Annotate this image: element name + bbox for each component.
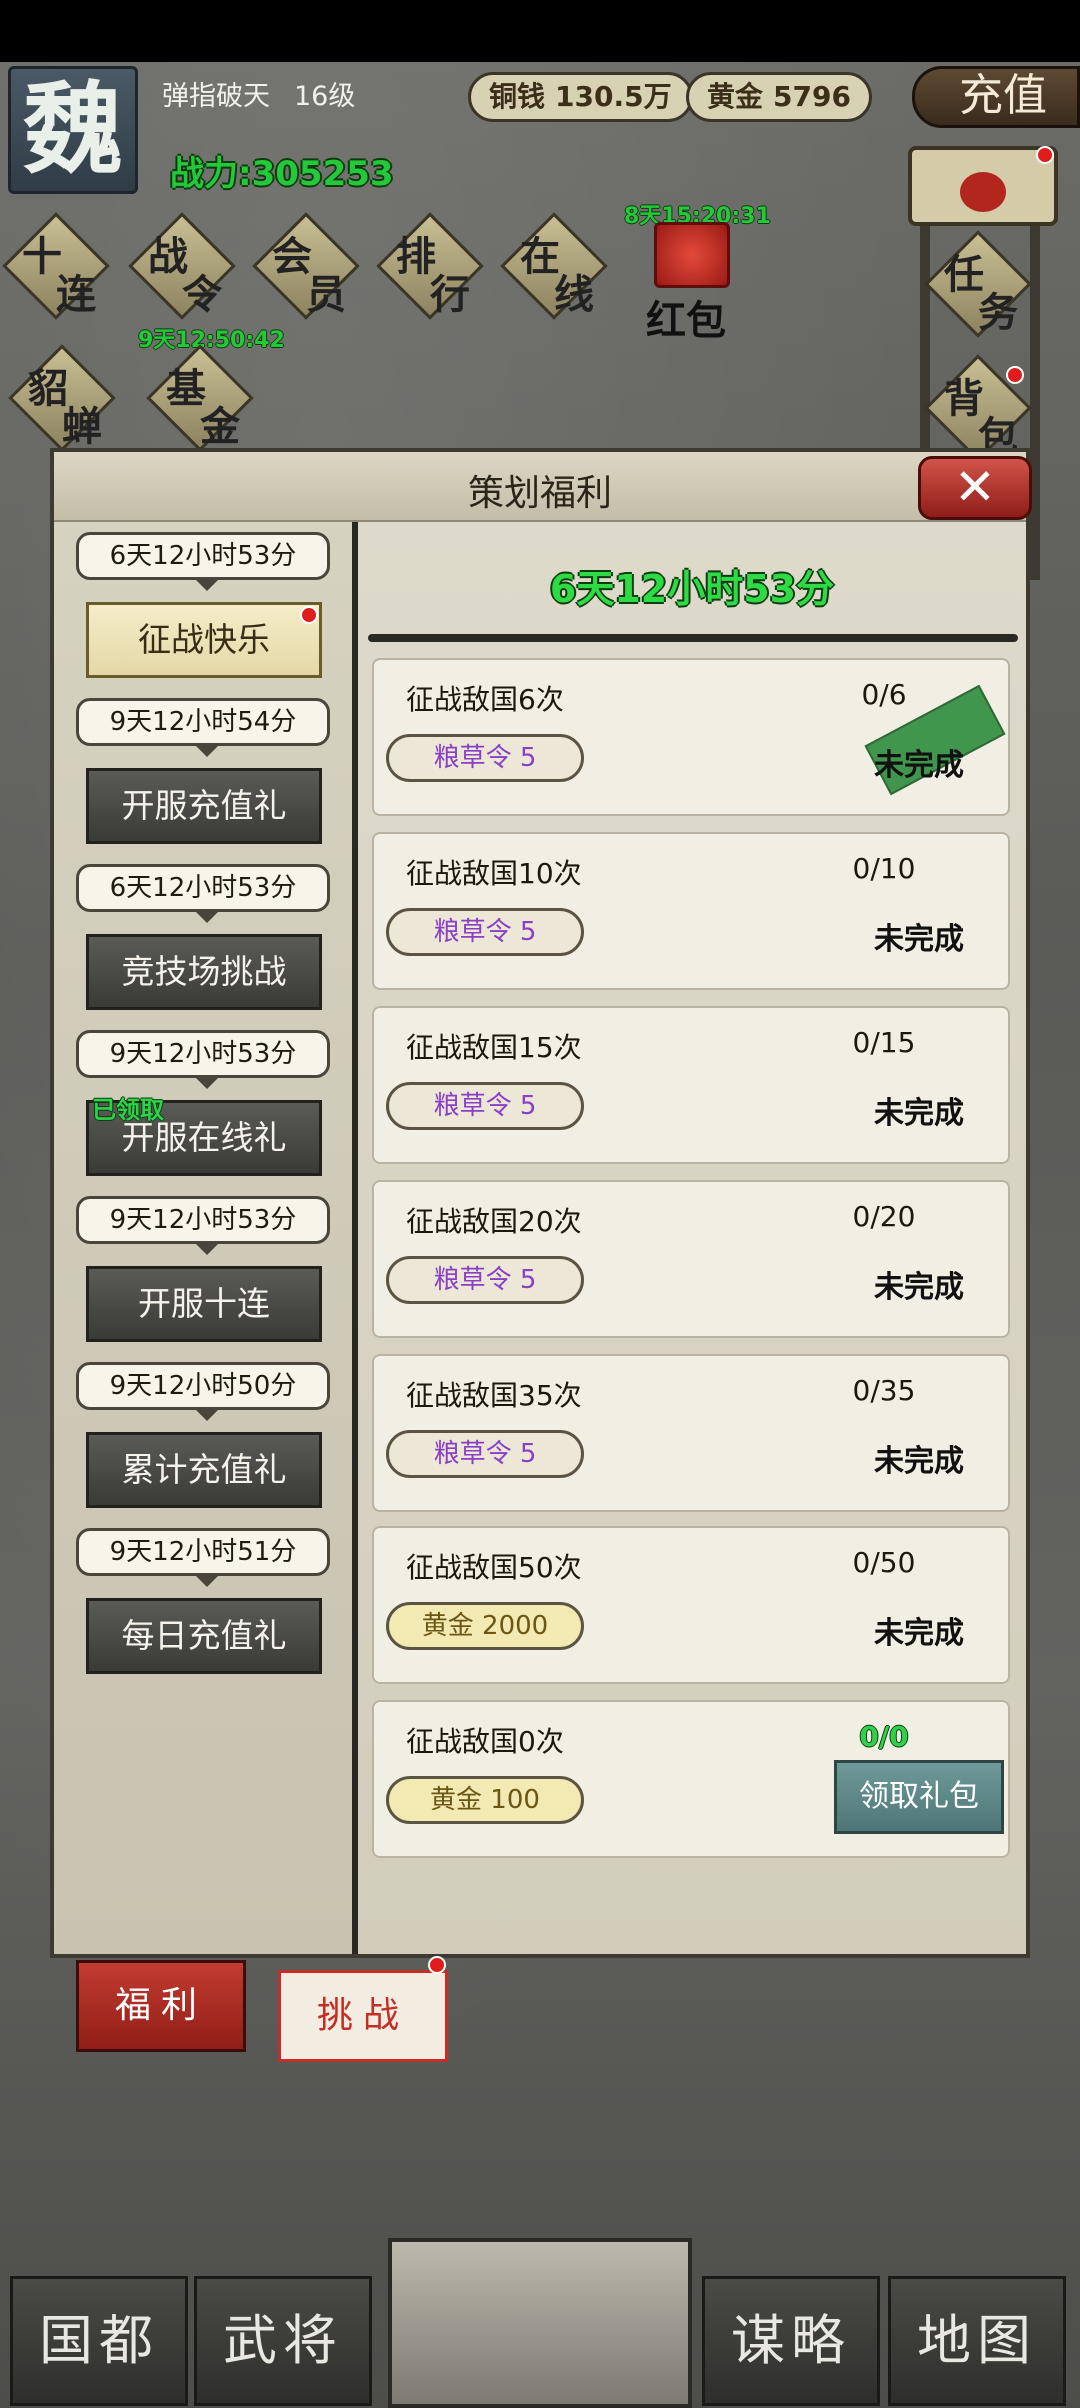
tab-fuli[interactable]: 福利	[76, 1960, 246, 2052]
task-progress: 0/15	[852, 1026, 916, 1059]
menu-renwu[interactable]: 任 务	[924, 230, 1032, 338]
task-progress: 0/0	[859, 1720, 909, 1753]
recharge-button[interactable]: 充值	[912, 66, 1080, 128]
task-progress: 0/35	[852, 1374, 916, 1407]
gold-value: 5796	[773, 80, 851, 113]
tab-timer: 9天12小时50分	[76, 1362, 330, 1421]
notification-dot	[1036, 146, 1054, 164]
notification-dot	[428, 1956, 446, 1974]
plaque-char: 连	[56, 271, 96, 318]
tab-kaifu-shilian[interactable]: 开服十连	[86, 1266, 322, 1342]
tab-timer: 6天12小时53分	[76, 864, 330, 923]
reward-badge[interactable]: 粮草令 5	[386, 1082, 584, 1130]
tab-meiri-chongzhi[interactable]: 每日充值礼	[86, 1598, 322, 1674]
task-card: 征战敌国50次 0/50 黄金 2000 未完成	[372, 1526, 1010, 1684]
reward-badge[interactable]: 粮草令 5	[386, 1430, 584, 1478]
header-rule	[368, 634, 1018, 642]
task-card: 征战敌国6次 0/6 粮草令 5 未完成	[372, 658, 1010, 816]
plaque-char: 蝉	[62, 403, 102, 450]
tab-tiaozhan[interactable]: 挑战	[278, 1970, 448, 2062]
nav-battle-banner[interactable]	[388, 2238, 692, 2408]
notification-dot	[1006, 366, 1024, 384]
task-name: 征战敌国35次	[406, 1379, 582, 1412]
status-bar	[0, 0, 1080, 62]
task-name: 征战敌国0次	[406, 1725, 564, 1758]
combat-power: 战力:305253	[170, 154, 394, 194]
menu-zaixian[interactable]: 在 线	[500, 212, 608, 320]
redpack-label: 红包	[646, 297, 726, 344]
plaque-char: 行	[430, 271, 470, 318]
task-name: 征战敌国20次	[406, 1205, 582, 1238]
task-name: 征战敌国6次	[406, 683, 564, 716]
task-name: 征战敌国50次	[406, 1551, 582, 1584]
task-card: 征战敌国15次 0/15 粮草令 5 未完成	[372, 1006, 1010, 1164]
nav-wujiang[interactable]: 武将	[194, 2276, 372, 2406]
scroll-knot-icon	[960, 172, 1006, 212]
plaque-char: 线	[554, 271, 594, 318]
modal-title: 策划福利	[467, 473, 612, 514]
task-card: 征战敌国0次 0/0 黄金 100 领取礼包	[372, 1700, 1010, 1858]
reward-badge[interactable]: 黄金 2000	[386, 1602, 584, 1650]
kingdom-emblem[interactable]: 魏	[8, 66, 138, 194]
reward-badge[interactable]: 粮草令 5	[386, 734, 584, 782]
task-progress: 0/20	[852, 1200, 916, 1233]
plaque-char: 务	[978, 289, 1018, 336]
task-status: 未完成	[874, 1444, 964, 1479]
menu-jijin[interactable]: 基 金	[146, 344, 254, 452]
event-tab-list: 6天12小时53分 征战快乐 9天12小时54分 开服充值礼 6天12小时53分…	[54, 522, 352, 1954]
task-card: 征战敌国35次 0/35 粮草令 5 未完成	[372, 1354, 1010, 1512]
copper-currency[interactable]: 铜钱 130.5万	[468, 72, 693, 122]
reward-badge[interactable]: 粮草令 5	[386, 908, 584, 956]
notification-dot	[300, 606, 318, 624]
player-name: 弹指破天	[162, 81, 270, 112]
menu-diaochan[interactable]: 貂 蝉	[8, 344, 116, 452]
task-status: 未完成	[874, 1096, 964, 1131]
reward-badge[interactable]: 粮草令 5	[386, 1256, 584, 1304]
tab-timer: 9天12小时51分	[76, 1528, 330, 1587]
nav-moulue[interactable]: 谋略	[702, 2276, 880, 2406]
task-progress: 0/10	[852, 852, 916, 885]
event-countdown: 6天12小时53分	[549, 567, 835, 611]
tab-timer: 9天12小时53分	[76, 1030, 330, 1089]
plaque-char: 金	[200, 403, 240, 450]
tab-leiji-chongzhi[interactable]: 累计充值礼	[86, 1432, 322, 1508]
menu-huiyuan[interactable]: 会 员	[252, 212, 360, 320]
claimed-tag: 已领取	[92, 1096, 164, 1124]
redpack-icon[interactable]	[654, 222, 730, 288]
plaque-char: 员	[306, 271, 346, 318]
welfare-modal: 策划福利 ✕ 6天12小时53分 征战快乐 9天12小时54分 开服充值礼 6天…	[50, 448, 1032, 1958]
menu-paihang[interactable]: 排 行	[376, 212, 484, 320]
tab-kaifu-chongzhi[interactable]: 开服充值礼	[86, 768, 322, 844]
menu-zhanling[interactable]: 战 令	[128, 212, 236, 320]
task-status: 未完成	[874, 1270, 964, 1305]
task-list-panel: 6天12小时53分 征战敌国6次 0/6 粮草令 5 未完成 征战敌国10次 0…	[358, 522, 1026, 1954]
task-status: 未完成	[874, 922, 964, 957]
task-status: 未完成	[874, 748, 964, 783]
task-progress: 0/6	[861, 678, 907, 711]
player-level: 16级	[294, 81, 356, 112]
reward-badge[interactable]: 黄金 100	[386, 1776, 584, 1824]
close-button[interactable]: ✕	[918, 456, 1032, 520]
tab-timer: 9天12小时53分	[76, 1196, 330, 1255]
copper-value: 130.5万	[555, 80, 672, 113]
tab-timer: 9天12小时54分	[76, 698, 330, 757]
task-card: 征战敌国10次 0/10 粮草令 5 未完成	[372, 832, 1010, 990]
task-card: 征战敌国20次 0/20 粮草令 5 未完成	[372, 1180, 1010, 1338]
task-status: 未完成	[874, 1616, 964, 1651]
task-progress: 0/50	[852, 1546, 916, 1579]
copper-label: 铜钱	[489, 80, 546, 113]
nav-ditu[interactable]: 地图	[888, 2276, 1066, 2406]
task-name: 征战敌国10次	[406, 857, 582, 890]
tab-jingjichang[interactable]: 竞技场挑战	[86, 934, 322, 1010]
task-name: 征战敌国15次	[406, 1031, 582, 1064]
menu-shilian[interactable]: 十 连	[2, 212, 110, 320]
nav-guodu[interactable]: 国都	[10, 2276, 188, 2406]
tab-timer: 6天12小时53分	[76, 532, 330, 591]
modal-header: 策划福利	[54, 452, 1026, 522]
gold-label: 黄金	[707, 80, 764, 113]
claim-gift-button[interactable]: 领取礼包	[834, 1760, 1004, 1834]
plaque-char: 令	[182, 271, 222, 318]
gold-currency[interactable]: 黄金 5796	[686, 72, 872, 122]
tab-zhengzhan-kuaile[interactable]: 征战快乐	[86, 602, 322, 678]
